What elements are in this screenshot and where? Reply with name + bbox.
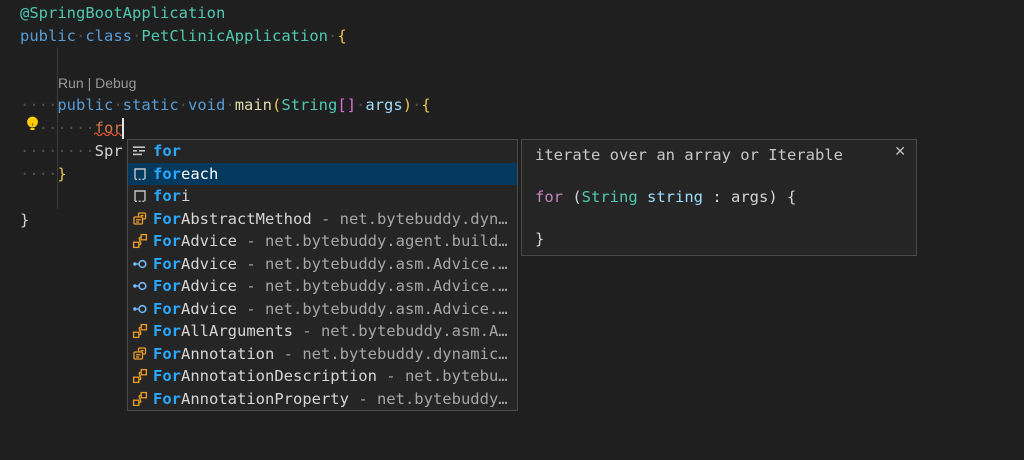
- suggestion-docs-panel: ✕ iterate over an array or Iterable for (…: [521, 139, 917, 256]
- interface-icon: [132, 278, 148, 294]
- code-line: ········Spr: [20, 140, 123, 163]
- snippet-icon: [132, 166, 148, 182]
- doc-line: for (String string : args) {: [535, 187, 916, 208]
- enum-icon: [132, 211, 148, 227]
- interface-icon: [132, 256, 148, 272]
- codelens-separator: |: [84, 75, 95, 91]
- code-line: }: [20, 209, 29, 232]
- keyword-icon: [132, 143, 148, 159]
- suggestion-item[interactable]: ForAdvice - net.bytebuddy.asm.Advice.…: [128, 275, 517, 298]
- code-line: ····}: [20, 163, 67, 186]
- enum-icon: [132, 346, 148, 362]
- doc-content: iterate over an array or Iterable for (St…: [535, 145, 916, 250]
- class-icon: [132, 368, 148, 384]
- snippet-icon: [132, 188, 148, 204]
- suggestion-item[interactable]: fori: [128, 185, 517, 208]
- close-icon[interactable]: ✕: [894, 144, 906, 160]
- suggestion-item[interactable]: foreach: [128, 163, 517, 186]
- code-line: public·class·PetClinicApplication·{: [20, 25, 347, 48]
- class-icon: [132, 233, 148, 249]
- suggestion-item[interactable]: for: [128, 140, 517, 163]
- suggestion-item[interactable]: ForAllArguments - net.bytebuddy.asm.A…: [128, 320, 517, 343]
- doc-line: [535, 166, 916, 187]
- suggest-list: forforeachforiForAbstractMethod - net.by…: [128, 140, 517, 410]
- suggestion-item[interactable]: ForAnnotationProperty - net.bytebuddy…: [128, 388, 517, 411]
- code-line: ····public·static·void·main(String[]·arg…: [20, 94, 431, 117]
- text-cursor: [122, 118, 124, 139]
- suggestion-item[interactable]: ForAbstractMethod - net.bytebuddy.dyn…: [128, 208, 517, 231]
- suggestion-item[interactable]: ForAdvice - net.bytebuddy.asm.Advice.…: [128, 298, 517, 321]
- codelens: Run | Debug: [58, 73, 136, 93]
- code-line: @SpringBootApplication: [20, 2, 225, 25]
- doc-line: }: [535, 229, 916, 250]
- codelens-run-link[interactable]: Run: [58, 75, 84, 91]
- code-editor-window: @SpringBootApplicationpublic·class·PetCl…: [0, 0, 1024, 460]
- doc-line: iterate over an array or Iterable: [535, 145, 916, 166]
- autocomplete-popup: forforeachforiForAbstractMethod - net.by…: [127, 139, 518, 411]
- interface-icon: [132, 301, 148, 317]
- suggestion-item[interactable]: ForAdvice - net.bytebuddy.agent.build…: [128, 230, 517, 253]
- suggestion-item[interactable]: ForAnnotation - net.bytebuddy.dynamic…: [128, 343, 517, 366]
- suggestion-item[interactable]: ForAnnotationDescription - net.bytebu…: [128, 365, 517, 388]
- class-icon: [132, 323, 148, 339]
- lightbulb-icon[interactable]: [23, 114, 42, 133]
- doc-line: [535, 208, 916, 229]
- codelens-debug-link[interactable]: Debug: [95, 75, 136, 91]
- suggestion-item[interactable]: ForAdvice - net.bytebuddy.asm.Advice.…: [128, 253, 517, 276]
- class-icon: [132, 391, 148, 407]
- error-squiggle: [94, 131, 124, 136]
